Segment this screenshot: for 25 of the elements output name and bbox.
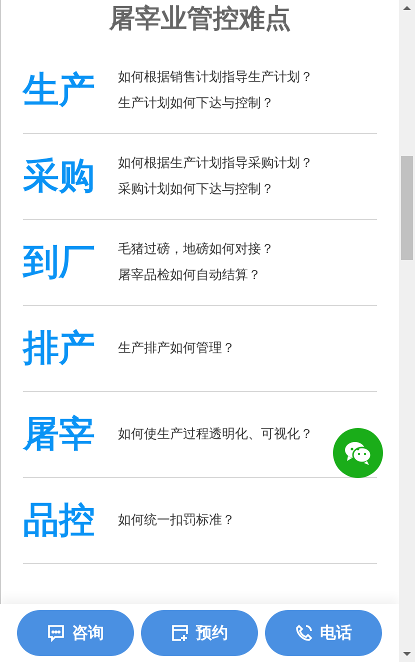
question-text: 屠宰品检如何自动结算？: [118, 266, 262, 284]
action-button[interactable]: 预约: [141, 610, 258, 656]
category-title: 生产: [23, 72, 96, 108]
page-title: 屠宰业管控难点: [108, 3, 292, 36]
question-text: 如何根据销售计划指导生产计划？: [118, 68, 313, 86]
question-text: 生产排产如何管理？: [118, 340, 235, 358]
calendar-add-icon: [171, 624, 189, 642]
question-text: 毛猪过磅，地磅如何对接？: [118, 240, 274, 258]
question-text: 如何统一扣罚标准？: [118, 512, 235, 530]
scrollbar[interactable]: [399, 0, 415, 662]
wechat-button[interactable]: [333, 428, 383, 478]
category-title: 屠宰: [23, 416, 96, 452]
category-title: 排产: [23, 330, 96, 366]
question-text: 如何根据生产计划指导采购计划？: [118, 154, 313, 172]
category-title: 到厂: [23, 244, 96, 280]
question-text: 生产计划如何下达与控制？: [118, 94, 275, 112]
chat-bubbles-icon: [344, 441, 372, 465]
question-text: 采购计划如何下达与控制？: [118, 180, 275, 198]
action-button[interactable]: 咨询: [17, 610, 134, 656]
category-title: 采购: [23, 158, 96, 194]
category-title: 品控: [23, 502, 96, 538]
question-text: 如何使生产过程透明化、可视化？: [118, 426, 313, 444]
message-icon: [47, 624, 65, 642]
phone-icon: [295, 624, 313, 642]
action-button[interactable]: 电话: [265, 610, 382, 656]
